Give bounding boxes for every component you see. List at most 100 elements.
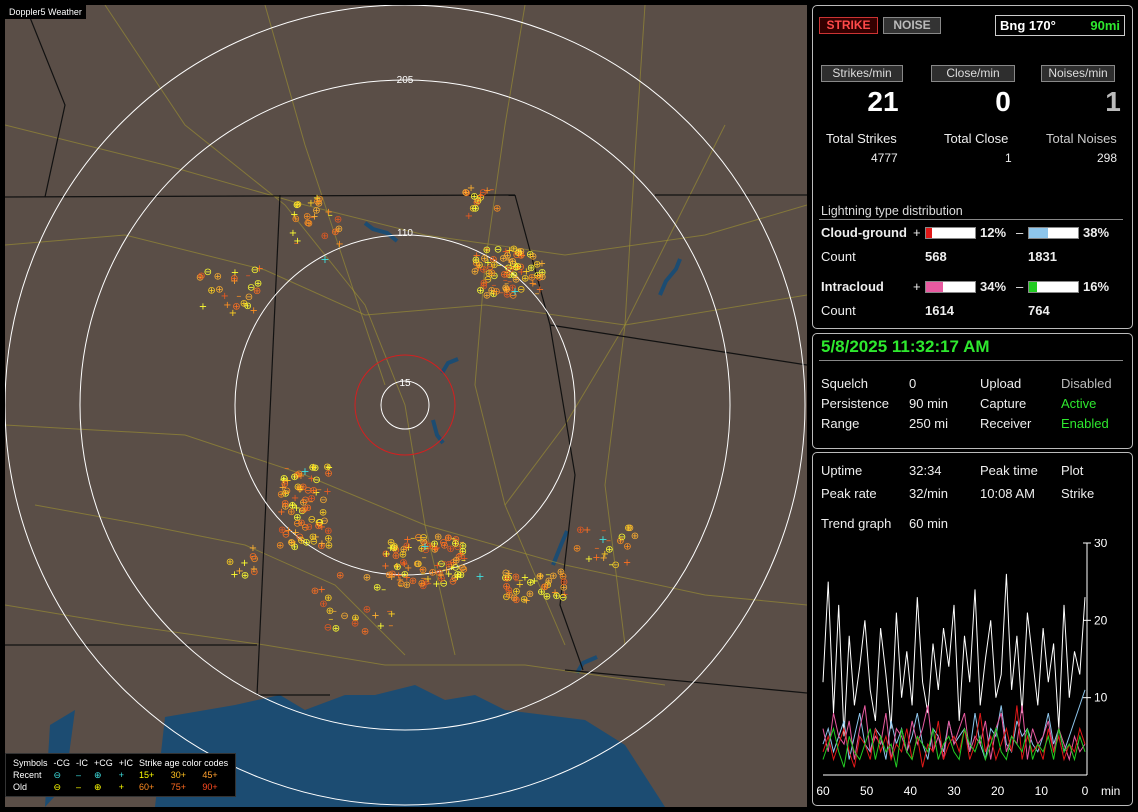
legend-neg-cg-header: -CG	[53, 758, 71, 768]
strike-button[interactable]: STRIKE	[819, 17, 878, 34]
strike-marker-267: ⊖	[460, 565, 468, 576]
strike-marker-167: ⊕	[319, 508, 327, 519]
intracloud-minus-fill	[1029, 282, 1037, 292]
strike-marker-365: ⊕	[573, 544, 581, 555]
plot-value[interactable]: Strike	[1061, 486, 1094, 501]
strike-marker-146: ⊕	[325, 541, 333, 552]
legend-age-30: 30+	[170, 770, 186, 780]
close-per-min-button[interactable]: Close/min	[931, 65, 1015, 82]
strike-marker-333: ⊖	[315, 194, 323, 205]
strike-marker-390: ⊕	[336, 571, 344, 582]
strike-marker-342: ⊕	[207, 286, 215, 297]
legend-old-neg-ic-icon: –	[76, 782, 82, 792]
strike-marker-321: +	[335, 239, 343, 250]
strike-marker-426: +	[249, 543, 257, 554]
strike-marker-168: ⊖	[283, 486, 291, 497]
strike-marker-411: –	[489, 184, 494, 195]
strike-marker-114: –	[284, 463, 289, 474]
strike-marker-403: –	[388, 621, 393, 632]
strike-marker-164: –	[291, 536, 296, 547]
strikes-per-min-button[interactable]: Strikes/min	[821, 65, 903, 82]
settings-panel: 5/8/2025 11:32:17 AM Squelch 0 Upload Di…	[812, 333, 1133, 449]
uptime-value: 32:34	[909, 463, 942, 478]
strike-marker-169: ⊕	[314, 521, 322, 532]
range-label: Range	[821, 416, 860, 431]
strike-marker-262: –	[419, 564, 424, 575]
strike-marker-83: –	[503, 275, 508, 286]
datetime-divider	[819, 360, 1123, 361]
state-border-0	[5, 194, 516, 198]
strike-marker-242: ⊕	[403, 541, 411, 552]
strike-marker-300: ⊕	[552, 591, 560, 602]
radar-map[interactable]: ⊕ – ⊖ ⊕ + – ⊕ ⊕ ⊕ ⊖ – ⊕ + ⊕ + + ⊕ ⊕ – + ⊕ ⊖ ⊕ – + ⊕ + ⊖ ⊕ ⊕ + ⊕ ⊕ ⊕ ⊖ – ⊕ ⊕ + –…	[5, 5, 807, 807]
cloud-ground-plus-bar	[925, 227, 976, 239]
cloud-ground-minus-pct: 38%	[1083, 225, 1110, 240]
strike-marker-250: +	[457, 549, 465, 560]
strike-marker-317: ⊕	[335, 224, 343, 235]
cloud-ground-plus-count: 568	[925, 249, 947, 264]
trend-x-tick-label-3: 30	[947, 784, 961, 798]
squelch-label: Squelch	[821, 376, 868, 391]
strike-marker-269: –	[427, 579, 432, 590]
strike-marker-309: ⊕	[549, 571, 557, 582]
strike-marker-84: –	[484, 243, 489, 254]
cloud-ground-label: Cloud-ground	[821, 225, 907, 240]
strike-marker-327: ⊕	[321, 231, 329, 242]
legend-recent-pos-cg-icon: ⊕	[94, 770, 102, 780]
strike-marker-349: –	[246, 270, 251, 281]
strike-marker-140: ⊕	[288, 501, 296, 512]
strike-marker-380: –	[381, 584, 386, 595]
upload-value: Disabled	[1061, 376, 1112, 391]
strike-marker-422: +	[240, 558, 248, 569]
legend-age-45: 45+	[202, 770, 218, 780]
strike-marker-63: –	[535, 289, 540, 300]
bearing-display[interactable]: Bng 170° 90mi	[995, 15, 1125, 36]
distribution-title: Lightning type distribution	[821, 204, 963, 218]
total-strikes-value: 4777	[871, 151, 898, 165]
peak-rate-label: Peak rate	[821, 486, 877, 501]
trend-chart: 30 20 10 60 50 40 30 20 10 0 min	[816, 539, 1120, 798]
strike-marker-376: ⊕	[624, 523, 632, 534]
strike-marker-398: +	[377, 621, 385, 632]
legend-pos-ic-header: +IC	[118, 758, 134, 768]
strike-marker-379: –	[609, 560, 614, 571]
trend-x-tick-label-1: 50	[860, 784, 874, 798]
strike-marker-151: ⊖	[312, 475, 320, 486]
trend-graph-label: Trend graph	[821, 516, 892, 531]
noise-button[interactable]: NOISE	[883, 17, 941, 34]
cloud-ground-minus-fill	[1029, 228, 1048, 238]
noises-per-min-button[interactable]: Noises/min	[1041, 65, 1115, 82]
strike-marker-357: ⊕	[232, 302, 240, 313]
strike-marker-85: –	[532, 279, 537, 290]
strike-marker-306: ⊕	[526, 589, 534, 600]
strike-marker-352: ⊖	[247, 283, 255, 294]
strike-marker-330: ⊕	[294, 200, 302, 211]
strike-marker-391: ⊕	[361, 627, 369, 638]
strike-marker-371: ⊕	[623, 541, 631, 552]
strike-marker-128: ⊖	[293, 518, 301, 529]
total-noises-label: Total Noises	[1046, 131, 1117, 146]
range-label-110: 110	[397, 228, 413, 239]
app-title: Doppler5 Weather	[5, 5, 86, 19]
strike-marker-302: ⊕	[557, 567, 565, 578]
intracloud-plus-sign: +	[913, 279, 921, 294]
datetime-display: 5/8/2025 11:32:17 AM	[821, 337, 990, 356]
strike-marker-161: ⊕	[297, 536, 305, 547]
strike-marker-247: ⊖	[397, 579, 405, 590]
strike-marker-recent-433: +	[320, 253, 329, 266]
strike-marker-recent-435: +	[475, 570, 484, 583]
state-border-5	[549, 324, 807, 366]
strike-marker-89: ⊕	[472, 255, 480, 266]
strike-marker-331: –	[294, 238, 299, 249]
trend-graph-value[interactable]: 60 min	[909, 516, 948, 531]
strike-marker-152: +	[309, 462, 317, 473]
legend-age-75: 75+	[170, 782, 186, 792]
strike-marker-264: ⊕	[440, 541, 448, 552]
intracloud-plus-fill	[926, 282, 943, 292]
strike-marker-400: +	[371, 610, 379, 621]
gulf-water	[45, 221, 682, 807]
intracloud-plus-bar	[925, 281, 976, 293]
strike-marker-378: +	[623, 557, 631, 568]
strike-marker-358: +	[199, 301, 207, 312]
strike-marker-427: +	[230, 570, 238, 581]
